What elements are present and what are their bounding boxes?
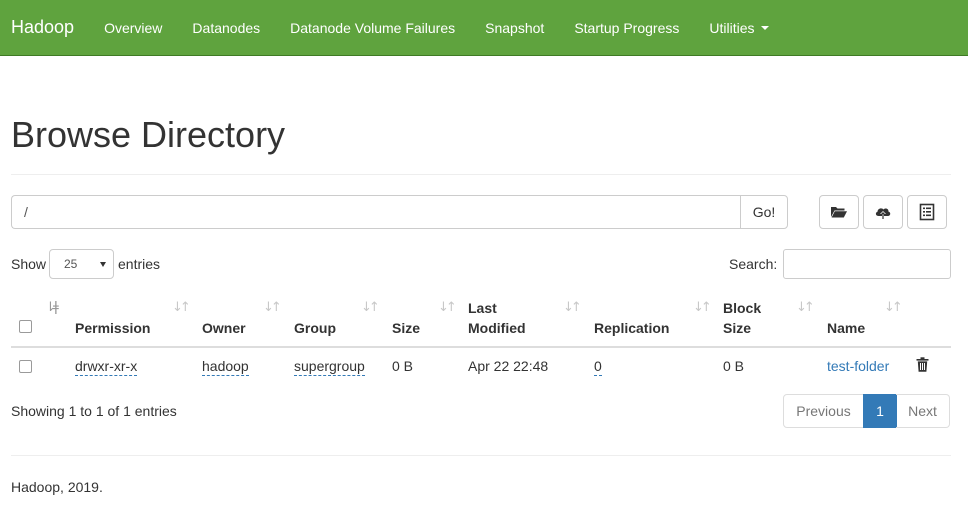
nav-datanodes[interactable]: Datanodes (177, 20, 275, 36)
navbar: Hadoop Overview Datanodes Datanode Volum… (0, 0, 968, 56)
show-label: Show (11, 256, 47, 272)
nav-utilities-dropdown[interactable]: Utilities (694, 20, 783, 36)
create-directory-button[interactable] (819, 195, 859, 229)
pagination-previous[interactable]: Previous (783, 394, 864, 428)
sort-icon[interactable]: ↓↑ (438, 300, 457, 315)
cell-group[interactable]: supergroup (294, 357, 365, 376)
page-length-select[interactable]: 25 (49, 249, 114, 279)
brand-link[interactable]: Hadoop (11, 17, 74, 38)
list-alt-icon (919, 203, 935, 221)
nav-datanode-volume-failures[interactable]: Datanode Volume Failures (275, 20, 470, 36)
search-label: Search: (729, 256, 778, 272)
directory-path-input[interactable] (11, 195, 741, 229)
sort-asc-icon[interactable]: ⇂ǂ (45, 300, 59, 315)
search-input[interactable] (783, 249, 951, 279)
cell-name-link[interactable]: test-folder (827, 357, 889, 375)
cell-replication[interactable]: 0 (594, 357, 602, 376)
sort-icon[interactable]: ↓↑ (796, 300, 815, 315)
cell-owner[interactable]: hadoop (202, 357, 249, 376)
cut-paste-button[interactable] (907, 195, 947, 229)
table-info: Showing 1 to 1 of 1 entries (11, 403, 177, 419)
pagination-page-1[interactable]: 1 (863, 394, 897, 428)
sort-icon[interactable]: ↓↑ (172, 300, 191, 315)
footer-text: Hadoop, 2019. (11, 479, 103, 495)
select-all-checkbox[interactable] (19, 320, 32, 333)
header-block-size-line1[interactable]: Block (723, 298, 761, 318)
caret-down-icon (760, 25, 769, 30)
header-last-modified-line1[interactable]: Last (468, 298, 497, 318)
page-length-value: 25 (64, 257, 78, 271)
header-owner[interactable]: Owner (202, 318, 246, 338)
trash-icon[interactable] (916, 357, 929, 372)
entries-label: entries (118, 256, 161, 272)
go-button[interactable]: Go! (740, 195, 788, 229)
dropdown-arrow-icon (100, 262, 106, 267)
nav-overview[interactable]: Overview (89, 20, 177, 36)
header-permission[interactable]: Permission (75, 318, 150, 338)
cell-block-size: 0 B (723, 358, 745, 374)
header-name[interactable]: Name (827, 318, 865, 338)
divider (11, 174, 951, 175)
page-title: Browse Directory (11, 114, 286, 155)
nav-startup-progress[interactable]: Startup Progress (559, 20, 694, 36)
cloud-upload-icon (875, 208, 891, 219)
cell-permission[interactable]: drwxr-xr-x (75, 357, 138, 376)
sort-icon[interactable]: ↓↑ (563, 300, 582, 315)
row-checkbox[interactable] (19, 360, 32, 373)
sort-icon[interactable]: ↓↑ (884, 300, 903, 315)
header-replication[interactable]: Replication (594, 318, 669, 338)
nav-snapshot[interactable]: Snapshot (470, 20, 559, 36)
footer-divider (11, 455, 951, 456)
sort-icon[interactable]: ↓↑ (693, 300, 712, 315)
sort-icon[interactable]: ↓↑ (263, 300, 282, 315)
upload-files-button[interactable] (863, 195, 903, 229)
sort-icon[interactable]: ↓↑ (361, 300, 380, 315)
nav-utilities-label: Utilities (709, 19, 755, 36)
cell-size: 0 B (392, 358, 414, 374)
header-group[interactable]: Group (294, 318, 336, 338)
cell-last-modified: Apr 22 22:48 (468, 358, 549, 374)
header-block-size-line2[interactable]: Size (723, 318, 751, 338)
table-header-border (11, 346, 951, 348)
header-last-modified-line2[interactable]: Modified (468, 318, 526, 338)
folder-open-icon (831, 207, 847, 218)
header-size[interactable]: Size (392, 318, 420, 338)
pagination-next[interactable]: Next (896, 394, 950, 428)
